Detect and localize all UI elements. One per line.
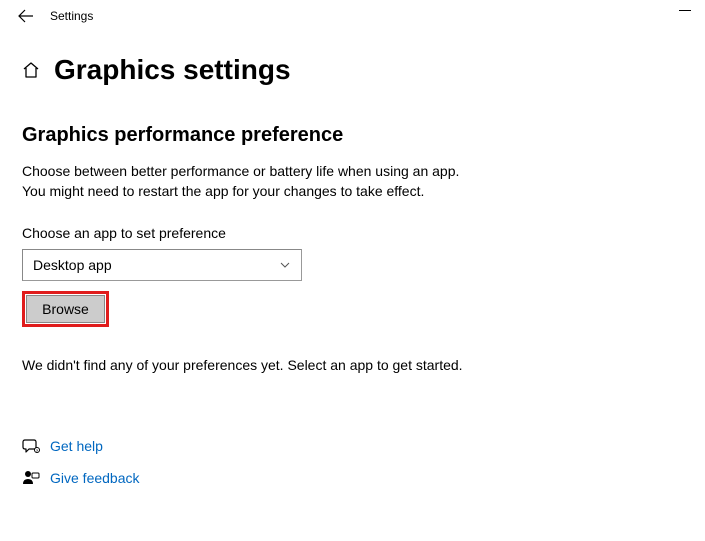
- chevron-down-icon: [279, 259, 291, 271]
- help-icon: ?: [22, 437, 50, 455]
- give-feedback-row: Give feedback: [22, 469, 705, 487]
- back-button[interactable]: [6, 0, 46, 32]
- section-title: Graphics performance preference: [22, 124, 705, 147]
- description-line-1: Choose between better performance or bat…: [22, 163, 459, 179]
- page-header: Graphics settings: [0, 32, 705, 86]
- titlebar: Settings: [0, 0, 705, 32]
- get-help-link[interactable]: Get help: [50, 438, 103, 454]
- select-value: Desktop app: [33, 257, 112, 273]
- home-icon[interactable]: [22, 61, 40, 79]
- main-content: Graphics performance preference Choose b…: [0, 86, 705, 487]
- section-description: Choose between better performance or bat…: [22, 161, 705, 201]
- browse-button-label: Browse: [42, 301, 89, 317]
- browse-button[interactable]: Browse: [26, 295, 105, 323]
- description-line-2: You might need to restart the app for yo…: [22, 183, 424, 199]
- get-help-row: ? Get help: [22, 437, 705, 455]
- empty-message: We didn't find any of your preferences y…: [22, 357, 705, 373]
- app-type-select[interactable]: Desktop app: [22, 249, 302, 281]
- browse-highlight: Browse: [22, 291, 109, 327]
- minimize-button[interactable]: [679, 10, 691, 11]
- give-feedback-link[interactable]: Give feedback: [50, 470, 140, 486]
- window-title: Settings: [50, 9, 93, 23]
- back-arrow-icon: [18, 8, 34, 24]
- page-title: Graphics settings: [54, 54, 291, 86]
- feedback-icon: [22, 469, 50, 487]
- app-type-label: Choose an app to set preference: [22, 225, 705, 241]
